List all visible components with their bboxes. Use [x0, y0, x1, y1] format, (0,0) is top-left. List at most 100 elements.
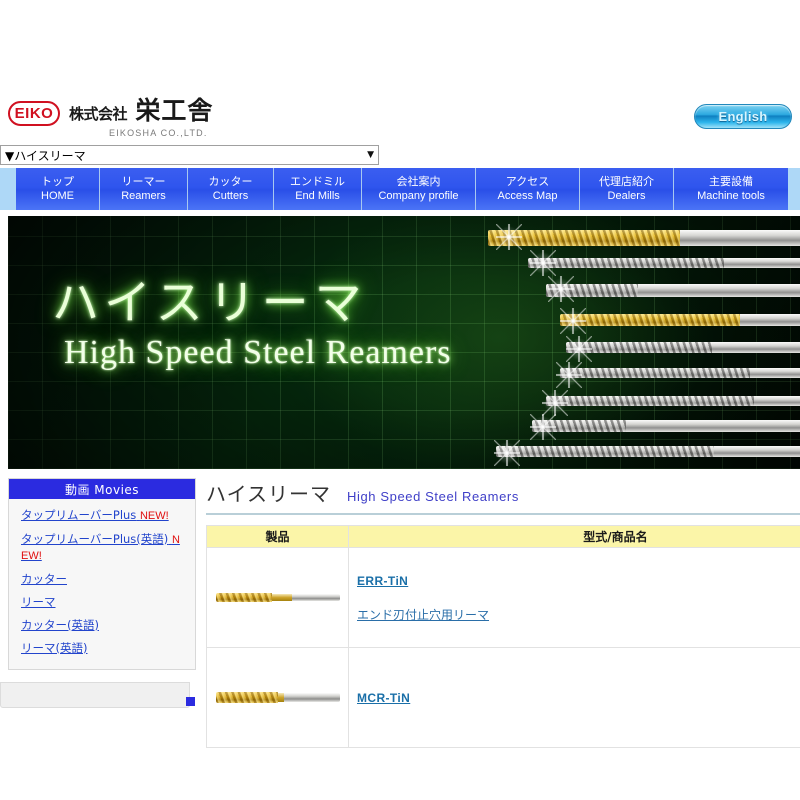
nav-item-access-map[interactable]: アクセス Access Map: [476, 168, 580, 210]
table-header-model: 型式/商品名: [348, 525, 800, 548]
sparkle-icon: [560, 308, 586, 334]
tool-cutter-steel-2: [532, 420, 800, 432]
movies-sidebar: 動画 Movies タップリムーバーPlus NEW! タップリムーバーPlus(…: [8, 478, 196, 670]
product-image-err-tin[interactable]: [215, 588, 340, 608]
tool-shank: [638, 284, 800, 297]
nav-item-machine-tools[interactable]: 主要設備 Machine tools: [674, 168, 788, 210]
main-navigation: トップ HOME リーマー Reamers カッター Cutters エンドミル End Mi…: [0, 168, 800, 210]
english-button-label: English: [718, 109, 768, 124]
sidebar-lower-panel: [0, 682, 190, 708]
nav-item-end-mills[interactable]: エンドミル End Mills: [274, 168, 362, 210]
company-name-en: EIKOSHA CO.,LTD.: [109, 128, 208, 138]
nav-label-jp: リーマー: [121, 175, 166, 188]
product-model-link[interactable]: MCR-TiN: [357, 691, 410, 705]
site-logo[interactable]: EIKO 株式会社 栄工舎 EIKOSHA CO.,LTD.: [8, 98, 213, 138]
tool-tip-segment: [215, 691, 278, 703]
nav-item-reamers[interactable]: リーマー Reamers: [100, 168, 188, 210]
products-table-body: ERR-TiN エンド刃付止穴用リーマ MCR-TiN: [206, 547, 800, 748]
nav-item-dealers[interactable]: 代理店紹介 Dealers: [580, 168, 674, 210]
sidebar-link-label: カッター(英語): [21, 618, 99, 632]
sidebar-link-cutter-en[interactable]: カッター(英語): [21, 618, 183, 633]
nav-label-jp: エンドミル: [290, 175, 345, 188]
title-divider: [206, 513, 800, 515]
tool-tip-segment: [215, 592, 272, 602]
page-title: ハイスリーマ High Speed Steel Reamers: [206, 478, 800, 513]
product-image-mcr-tin[interactable]: [215, 688, 340, 708]
nav-label-jp: アクセス: [505, 175, 550, 188]
nav-label-en: HOME: [41, 190, 74, 202]
hero-banner: ハイスリーマ High Speed Steel Reamers: [8, 216, 800, 469]
nav-label-jp: カッター: [208, 175, 253, 188]
tool-mid-segment: [277, 692, 284, 702]
new-badge: NEW!: [139, 510, 169, 522]
sidebar-lower-panel-marker: [186, 697, 195, 706]
nav-label-en: Company profile: [378, 190, 459, 202]
sidebar-link-reamer-en[interactable]: リーマ(英語): [21, 641, 183, 656]
sidebar-link-label: リーマ(英語): [21, 641, 88, 655]
products-table: 製品 型式/商品名 ERR-TiN エンド刃付止穴用リーマ MCR-TiN: [206, 525, 800, 748]
table-row: MCR-TiN: [206, 647, 800, 748]
sparkle-icon: [494, 440, 520, 466]
page-select-row: ▼ハイスリーマ ▼: [0, 145, 379, 165]
table-header-product: 製品: [206, 525, 349, 548]
sparkle-icon: [548, 276, 574, 302]
page-title-en: High Speed Steel Reamers: [347, 489, 519, 504]
chevron-down-icon: ▼: [367, 150, 374, 160]
nav-label-jp: 会社案内: [396, 175, 441, 188]
nav-item-company-profile[interactable]: 会社案内 Company profile: [362, 168, 476, 210]
tool-shank: [626, 420, 800, 432]
sparkle-icon: [542, 390, 568, 416]
tool-shank: [680, 230, 800, 246]
sparkle-icon: [566, 336, 592, 362]
nav-label-jp: トップ: [41, 175, 74, 188]
nav-label-en: End Mills: [295, 190, 340, 202]
main-content: ハイスリーマ High Speed Steel Reamers 製品 型式/商品…: [206, 478, 800, 748]
sparkle-icon: [530, 250, 556, 276]
product-name-cell: MCR-TiN: [348, 647, 800, 748]
nav-label-en: Access Map: [497, 190, 558, 202]
tool-flute: [496, 446, 714, 457]
sidebar-link-label: タップリムーバーPlus: [21, 508, 137, 522]
product-image-cell: [206, 547, 349, 648]
sidebar-link-reamer[interactable]: リーマ: [21, 595, 183, 610]
banner-title-jp: ハイスリーマ: [52, 276, 368, 331]
sidebar-link-label: カッター: [21, 572, 67, 586]
tool-shank: [714, 446, 800, 457]
table-header-row: 製品 型式/商品名: [206, 525, 800, 548]
sidebar-link-tap-remover-plus-en[interactable]: タップリムーバーPlus(英語) NEW!: [21, 532, 183, 564]
tool-shank: [724, 258, 800, 268]
product-model-link[interactable]: ERR-TiN: [357, 574, 408, 588]
tool-mid-segment: [271, 593, 292, 601]
page-select-value: ▼ハイスリーマ: [5, 148, 86, 163]
sidebar-link-label: タップリムーバーPlus(英語): [21, 532, 169, 546]
english-language-button[interactable]: English: [694, 104, 792, 129]
sidebar-link-label: リーマ: [21, 595, 56, 609]
company-name-jp-prefix: 株式会社: [69, 105, 128, 123]
tool-shank: [754, 396, 800, 406]
sparkle-icon: [556, 362, 582, 388]
page-select[interactable]: ▼ハイスリーマ ▼: [0, 145, 379, 165]
table-row: ERR-TiN エンド刃付止穴用リーマ: [206, 547, 800, 648]
eiko-badge-icon: EIKO: [8, 101, 60, 126]
tool-flute: [560, 314, 740, 326]
tool-cutter-steel-1: [546, 396, 800, 406]
company-name-jp-main: 栄工舎: [135, 96, 214, 125]
tool-reamer-steel-4: [496, 446, 800, 457]
tool-flute: [546, 396, 754, 406]
nav-label-jp: 代理店紹介: [599, 175, 654, 188]
tool-flute: [560, 368, 750, 378]
tool-endmill-gold-1: [560, 314, 800, 326]
nav-left-strip: [0, 168, 16, 210]
product-description-link[interactable]: エンド刃付止穴用リーマ: [357, 606, 489, 623]
nav-item-cutters[interactable]: カッター Cutters: [188, 168, 274, 210]
company-name-jp: 株式会社 栄工舎: [69, 98, 213, 127]
logo-text-block: 株式会社 栄工舎 EIKOSHA CO.,LTD.: [69, 98, 213, 139]
products-table-head: 製品 型式/商品名: [206, 525, 800, 548]
sidebar-link-tap-remover-plus[interactable]: タップリムーバーPlus NEW!: [21, 508, 183, 524]
sidebar-link-cutter[interactable]: カッター: [21, 572, 183, 587]
page-title-jp: ハイスリーマ: [206, 482, 331, 506]
nav-item-home[interactable]: トップ HOME: [16, 168, 100, 210]
page-root: EIKO 株式会社 栄工舎 EIKOSHA CO.,LTD. English ▼…: [0, 0, 800, 800]
movies-sidebar-heading: 動画 Movies: [9, 479, 195, 499]
movies-sidebar-list: タップリムーバーPlus NEW! タップリムーバーPlus(英語) NEW! カッ…: [9, 499, 195, 670]
